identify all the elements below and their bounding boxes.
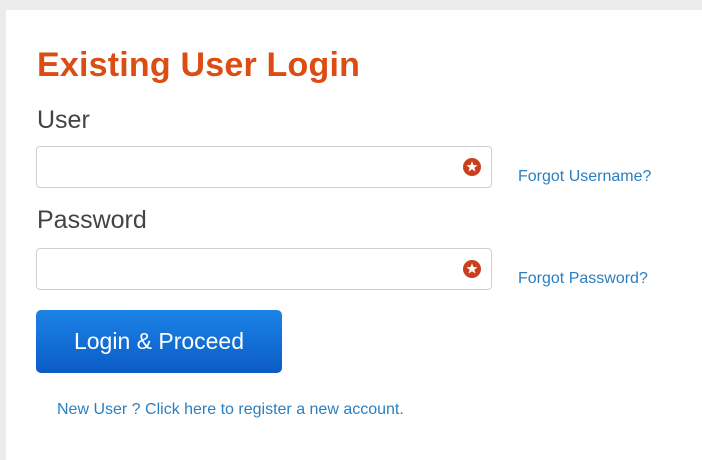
password-input[interactable] — [37, 249, 457, 289]
page-title: Existing User Login — [37, 46, 361, 84]
password-label: Password — [37, 206, 147, 234]
forgot-password-link[interactable]: Forgot Password? — [518, 270, 648, 288]
login-proceed-button[interactable]: Login & Proceed — [36, 310, 282, 373]
register-link[interactable]: New User ? Click here to register a new … — [57, 401, 404, 419]
required-star-icon — [463, 158, 481, 176]
login-panel: Existing User Login User Forgot Username… — [6, 10, 702, 460]
user-field — [36, 146, 492, 188]
forgot-username-link[interactable]: Forgot Username? — [518, 168, 651, 186]
required-star-icon — [463, 260, 481, 278]
user-label: User — [37, 106, 90, 134]
password-field — [36, 248, 492, 290]
user-input[interactable] — [37, 147, 457, 187]
